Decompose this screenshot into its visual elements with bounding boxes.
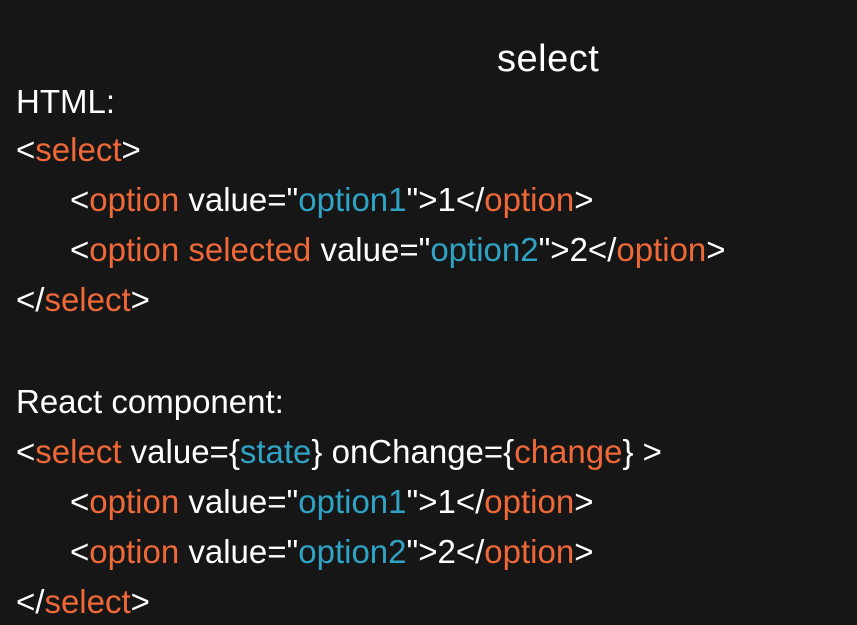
html-code-line: <option selected value="option2">2</opti… bbox=[70, 228, 726, 272]
html-code-line: <option value="option1">1</option> bbox=[70, 178, 594, 222]
code-text: </ bbox=[16, 281, 45, 318]
code-text: < bbox=[16, 131, 36, 168]
code-string: option2 bbox=[430, 231, 539, 268]
code-keyword: option bbox=[484, 181, 575, 218]
code-keyword: option bbox=[89, 181, 180, 218]
react-heading: React component: bbox=[16, 383, 284, 420]
react-code-line: </select> bbox=[16, 580, 150, 624]
code-text: } onChange={ bbox=[311, 433, 515, 470]
code-text: ">2</ bbox=[406, 533, 485, 570]
code-text: value={ bbox=[121, 433, 240, 470]
code-text: value=" bbox=[179, 181, 299, 218]
code-keyword: change bbox=[514, 433, 623, 470]
code-text: > bbox=[130, 281, 150, 318]
code-keyword: select bbox=[44, 281, 131, 318]
react-code-line: <option value="option1">1</option> bbox=[70, 480, 594, 524]
code-text: } > bbox=[622, 433, 662, 470]
code-string: option1 bbox=[298, 181, 407, 218]
code-text: > bbox=[706, 231, 726, 268]
code-keyword: option bbox=[616, 231, 707, 268]
code-text: > bbox=[121, 131, 141, 168]
code-string: option1 bbox=[298, 483, 407, 520]
code-keyword: option bbox=[484, 483, 575, 520]
code-text: > bbox=[574, 533, 594, 570]
code-text: > bbox=[130, 583, 150, 620]
code-keyword: option bbox=[484, 533, 575, 570]
code-text: < bbox=[16, 433, 36, 470]
code-keyword: option bbox=[89, 483, 180, 520]
code-text: value=" bbox=[179, 533, 299, 570]
slide-title: select bbox=[497, 38, 600, 80]
code-keyword: option selected bbox=[89, 231, 312, 268]
code-text: > bbox=[574, 181, 594, 218]
html-code-line: </select> bbox=[16, 278, 150, 322]
react-code-line: <select value={state} onChange={change} … bbox=[16, 430, 662, 474]
code-text: < bbox=[70, 231, 90, 268]
code-string: option2 bbox=[298, 533, 407, 570]
code-text: </ bbox=[16, 583, 45, 620]
code-text: ">1</ bbox=[406, 483, 485, 520]
code-keyword: option bbox=[89, 533, 180, 570]
code-string: state bbox=[239, 433, 312, 470]
code-text: < bbox=[70, 181, 90, 218]
code-text: < bbox=[70, 483, 90, 520]
code-keyword: select bbox=[44, 583, 131, 620]
react-code-line: <option value="option2">2</option> bbox=[70, 530, 594, 574]
code-text: < bbox=[70, 533, 90, 570]
html-heading: HTML: bbox=[16, 83, 115, 120]
code-text: value=" bbox=[179, 483, 299, 520]
code-text: > bbox=[574, 483, 594, 520]
code-keyword: select bbox=[35, 131, 122, 168]
code-text: value=" bbox=[311, 231, 431, 268]
html-code-line: <select> bbox=[16, 128, 141, 172]
code-keyword: select bbox=[35, 433, 122, 470]
code-text: ">1</ bbox=[406, 181, 485, 218]
code-text: ">2</ bbox=[538, 231, 617, 268]
slide: select HTML: <select> <option value="opt… bbox=[0, 0, 857, 625]
